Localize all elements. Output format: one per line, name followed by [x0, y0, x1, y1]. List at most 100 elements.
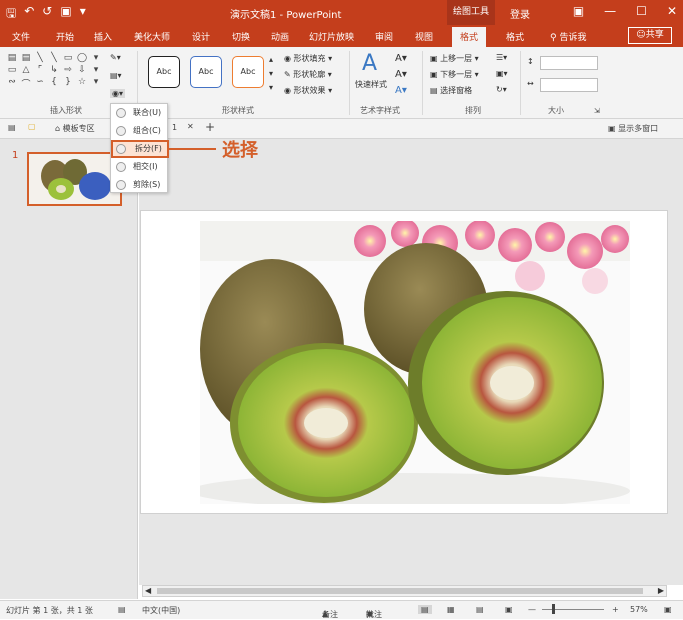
tab-animations[interactable]: 动画: [271, 30, 289, 43]
rectangle-icon[interactable]: ▭: [6, 65, 18, 75]
brace-icon[interactable]: }: [62, 77, 74, 90]
template-zone-tab[interactable]: ⌂ 模板专区: [55, 123, 95, 134]
star-icon[interactable]: ☆: [76, 77, 88, 90]
tab-slideshow[interactable]: 幻灯片放映: [309, 30, 354, 43]
start-from-beginning-icon[interactable]: ▣: [60, 4, 71, 25]
textbox-insert-icon[interactable]: ▤▾: [110, 71, 122, 80]
scrollbar-thumb[interactable]: [157, 588, 643, 594]
zoom-out-icon[interactable]: —: [528, 605, 536, 614]
brace-icon[interactable]: {: [48, 77, 60, 90]
reading-view-icon[interactable]: ▤: [476, 605, 484, 614]
maximize-icon[interactable]: ☐: [636, 4, 647, 18]
zoom-in-icon[interactable]: +: [612, 605, 619, 614]
elbow-connector-icon[interactable]: ⌜: [34, 65, 46, 75]
tab-format-active[interactable]: 格式: [452, 27, 487, 47]
quick-styles-button[interactable]: 快速样式: [355, 79, 387, 90]
save-icon[interactable]: 🖫: [6, 4, 16, 25]
rotate-icon[interactable]: ↻▾: [496, 85, 507, 94]
kiwi-photo[interactable]: [200, 221, 630, 504]
send-backward-button[interactable]: ▣ 下移一层 ▾: [430, 69, 479, 80]
text-outline-icon[interactable]: A▾: [395, 69, 407, 80]
tell-me-search[interactable]: ⚲ 告诉我: [550, 30, 586, 43]
tab-review[interactable]: 审阅: [375, 30, 393, 43]
style-preset-3[interactable]: Abc: [232, 56, 264, 88]
menu-item-intersect[interactable]: 相交(I): [111, 158, 169, 176]
bent-arrow-icon[interactable]: ↳: [48, 65, 60, 75]
style-preset-2[interactable]: Abc: [190, 56, 222, 88]
login-button[interactable]: 登录: [510, 6, 530, 21]
menu-item-combine[interactable]: 组合(C): [111, 122, 169, 140]
selection-pane-button[interactable]: ▤ 选择窗格: [430, 85, 472, 96]
document-tab[interactable]: 1: [172, 123, 177, 132]
tab-beautify[interactable]: 美化大师: [134, 30, 170, 43]
styles-more-icon[interactable]: ▾: [269, 83, 273, 92]
scroll-down-icon[interactable]: ▾: [90, 65, 102, 75]
tab-format[interactable]: 格式: [506, 30, 524, 43]
textbox-icon[interactable]: ▤: [6, 53, 18, 63]
tab-transitions[interactable]: 切换: [232, 30, 250, 43]
edit-shape-icon[interactable]: ✎▾: [110, 53, 121, 62]
textbox-vertical-icon[interactable]: ▤: [20, 53, 32, 63]
new-tab-icon[interactable]: +: [205, 120, 215, 134]
arc-icon[interactable]: ⌒: [20, 77, 32, 90]
styles-scroll-down-icon[interactable]: ▾: [269, 69, 273, 78]
spell-check-icon[interactable]: ▤: [118, 605, 126, 614]
menu-item-subtract[interactable]: 剪除(S): [111, 176, 169, 194]
triangle-icon[interactable]: △: [20, 65, 32, 75]
close-icon[interactable]: ✕: [667, 4, 677, 18]
redo-icon[interactable]: ↺: [42, 4, 52, 25]
rectangle-icon[interactable]: ▭: [62, 53, 74, 63]
fit-to-window-icon[interactable]: ▣: [664, 605, 672, 614]
tab-design[interactable]: 设计: [192, 30, 210, 43]
size-dialog-launcher-icon[interactable]: ⇲: [594, 107, 600, 115]
zoom-slider-thumb[interactable]: [552, 604, 555, 614]
shape-fill-button[interactable]: ◉ 形状填充 ▾: [284, 53, 332, 64]
close-tab-icon[interactable]: ✕: [187, 122, 194, 131]
oval-icon[interactable]: ◯: [76, 53, 88, 63]
tab-file[interactable]: 文件: [12, 30, 30, 43]
slide-sorter-icon[interactable]: ▦: [447, 605, 455, 614]
more-shapes-icon[interactable]: ▾: [90, 53, 102, 63]
slide-thumbnail[interactable]: [27, 152, 122, 206]
text-effects-icon[interactable]: A▾: [395, 85, 407, 96]
down-arrow-icon[interactable]: ⇩: [76, 65, 88, 75]
expand-gallery-icon[interactable]: ▾: [90, 77, 102, 90]
normal-view-icon[interactable]: ▤: [418, 605, 432, 614]
share-button[interactable]: ☺共享: [628, 27, 672, 44]
zoom-level[interactable]: 57%: [630, 605, 648, 614]
menu-item-union[interactable]: 联合(U): [111, 104, 169, 122]
styles-scroll-up-icon[interactable]: ▴: [269, 55, 273, 64]
merge-shapes-icon[interactable]: ◉▾: [110, 89, 125, 98]
shape-outline-button[interactable]: ✎ 形状轮廓 ▾: [284, 69, 332, 80]
scroll-right-icon[interactable]: ▶: [658, 586, 664, 595]
menu-item-fragment[interactable]: 拆分(F): [111, 140, 169, 158]
language-indicator[interactable]: 中文(中国): [142, 605, 180, 616]
line-icon[interactable]: ╲: [48, 53, 60, 63]
customize-qat-icon[interactable]: ▾: [80, 4, 86, 25]
align-icon[interactable]: ☰▾: [496, 53, 507, 62]
scroll-left-icon[interactable]: ◀: [145, 586, 151, 595]
show-multi-window-button[interactable]: ▣ 显示多窗口: [608, 123, 658, 134]
shape-effects-button[interactable]: ◉ 形状效果 ▾: [284, 85, 332, 96]
minimize-icon[interactable]: —: [604, 4, 616, 18]
bring-forward-button[interactable]: ▣ 上移一层 ▾: [430, 53, 479, 64]
right-arrow-icon[interactable]: ⇨: [62, 65, 74, 75]
group-icon[interactable]: ▣▾: [496, 69, 508, 78]
curve-icon[interactable]: ∽: [34, 77, 46, 90]
folder-icon[interactable]: ▢: [28, 122, 36, 131]
tab-view[interactable]: 视图: [415, 30, 433, 43]
width-input[interactable]: [540, 78, 598, 92]
freeform-icon[interactable]: ∾: [6, 77, 18, 90]
ribbon-display-options-icon[interactable]: ▣: [573, 4, 584, 18]
text-fill-icon[interactable]: A▾: [395, 53, 407, 64]
line-icon[interactable]: ╲: [34, 53, 46, 63]
style-preset-1[interactable]: Abc: [148, 56, 180, 88]
document-icon[interactable]: ▤: [8, 123, 16, 132]
height-input[interactable]: [540, 56, 598, 70]
undo-icon[interactable]: ↶: [24, 4, 34, 25]
horizontal-scrollbar[interactable]: ◀ ▶: [142, 585, 667, 597]
shapes-gallery[interactable]: ▤ ▤ ╲ ╲ ▭ ◯ ▾ ▭ △ ⌜ ↳ ⇨ ⇩ ▾ ∾ ⌒ ∽ { } ☆ …: [6, 53, 102, 90]
tab-home[interactable]: 开始: [56, 30, 74, 43]
slideshow-view-icon[interactable]: ▣: [505, 605, 513, 614]
tab-insert[interactable]: 插入: [94, 30, 112, 43]
